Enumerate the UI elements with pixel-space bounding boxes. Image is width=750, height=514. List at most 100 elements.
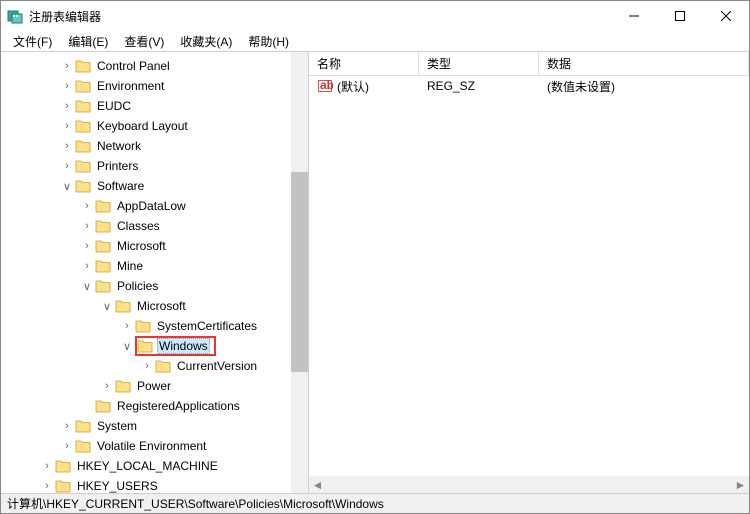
scroll-track[interactable] bbox=[326, 476, 732, 493]
tree-item-label: Policies bbox=[115, 278, 160, 294]
tree-item[interactable]: ›Control Panel bbox=[1, 56, 308, 76]
menu-file[interactable]: 文件(F) bbox=[5, 31, 60, 52]
tree-item-label: Classes bbox=[115, 218, 162, 234]
menu-favorites[interactable]: 收藏夹(A) bbox=[172, 31, 240, 52]
tree-toggle-icon[interactable]: › bbox=[121, 320, 133, 332]
folder-icon bbox=[75, 79, 91, 93]
tree-item-label: Network bbox=[95, 138, 143, 154]
tree-toggle-icon[interactable]: › bbox=[61, 120, 73, 132]
folder-icon bbox=[75, 419, 91, 433]
value-data: (数值未设置) bbox=[539, 78, 749, 95]
folder-icon bbox=[155, 359, 171, 373]
column-header-type[interactable]: 类型 bbox=[419, 52, 539, 75]
tree-item[interactable]: › CurrentVersion bbox=[1, 356, 308, 376]
tree-toggle-icon[interactable]: › bbox=[61, 80, 73, 92]
folder-icon bbox=[115, 299, 131, 313]
close-button[interactable] bbox=[703, 1, 749, 31]
title-bar: 注册表编辑器 bbox=[1, 1, 749, 31]
tree-item[interactable]: › HKEY_LOCAL_MACHINE bbox=[1, 456, 308, 476]
tree-item-label: RegisteredApplications bbox=[115, 398, 242, 414]
tree-toggle-icon[interactable]: ∨ bbox=[121, 340, 133, 353]
tree-toggle-icon[interactable]: ∨ bbox=[101, 300, 113, 313]
tree-item-label: CurrentVersion bbox=[175, 358, 259, 374]
folder-icon bbox=[95, 279, 111, 293]
string-value-icon: ab bbox=[317, 78, 333, 94]
tree-item[interactable]: ›Environment bbox=[1, 76, 308, 96]
folder-icon bbox=[95, 199, 111, 213]
folder-icon bbox=[55, 459, 71, 473]
tree-item[interactable]: › Classes bbox=[1, 216, 308, 236]
tree-item-label: EUDC bbox=[95, 98, 133, 114]
tree-item-label: Keyboard Layout bbox=[95, 118, 190, 134]
tree-item[interactable]: ∨ Microsoft bbox=[1, 296, 308, 316]
tree-toggle-icon[interactable]: › bbox=[81, 260, 93, 272]
tree-toggle-icon[interactable]: › bbox=[81, 240, 93, 252]
tree-item-label: Mine bbox=[115, 258, 145, 274]
status-path: 计算机\HKEY_CURRENT_USER\Software\Policies\… bbox=[7, 495, 384, 512]
tree-item[interactable]: ›Microsoft bbox=[1, 236, 308, 256]
list-header: 名称 类型 数据 bbox=[309, 52, 749, 76]
menu-bar: 文件(F) 编辑(E) 查看(V) 收藏夹(A) 帮助(H) bbox=[1, 31, 749, 51]
cell-name: ab (默认) bbox=[309, 78, 419, 95]
tree-toggle-icon[interactable]: ∨ bbox=[81, 280, 93, 293]
maximize-button[interactable] bbox=[657, 1, 703, 31]
tree-item[interactable]: › System bbox=[1, 416, 308, 436]
tree-item[interactable]: RegisteredApplications bbox=[1, 396, 308, 416]
tree-item[interactable]: › AppDataLow bbox=[1, 196, 308, 216]
folder-icon bbox=[95, 239, 111, 253]
menu-help[interactable]: 帮助(H) bbox=[240, 31, 297, 52]
folder-icon bbox=[75, 179, 91, 193]
tree-toggle-icon[interactable]: › bbox=[81, 220, 93, 232]
tree-toggle-icon[interactable]: › bbox=[41, 460, 53, 472]
tree-toggle-icon[interactable]: › bbox=[61, 160, 73, 172]
tree-item-label: AppDataLow bbox=[115, 198, 188, 214]
tree-scrollbar-thumb[interactable] bbox=[291, 172, 308, 372]
tree-item[interactable]: › Mine bbox=[1, 256, 308, 276]
tree-item[interactable]: › Network bbox=[1, 136, 308, 156]
tree-item[interactable]: › EUDC bbox=[1, 96, 308, 116]
folder-icon bbox=[95, 259, 111, 273]
list-horizontal-scrollbar[interactable]: ◄ ► bbox=[309, 476, 749, 493]
tree-item[interactable]: ∨Windows bbox=[1, 336, 308, 356]
tree-toggle-icon[interactable]: › bbox=[61, 140, 73, 152]
tree-item-label: Microsoft bbox=[135, 298, 188, 314]
tree-item[interactable]: ›SystemCertificates bbox=[1, 316, 308, 336]
tree-toggle-icon[interactable]: › bbox=[61, 60, 73, 72]
minimize-button[interactable] bbox=[611, 1, 657, 31]
tree-item[interactable]: ∨ Policies bbox=[1, 276, 308, 296]
tree-item[interactable]: ∨Software bbox=[1, 176, 308, 196]
list-row[interactable]: ab (默认) REG_SZ (数值未设置) bbox=[309, 76, 749, 96]
tree-toggle-icon[interactable]: › bbox=[61, 440, 73, 452]
column-header-name[interactable]: 名称 bbox=[309, 52, 419, 75]
tree-toggle-icon[interactable]: ∨ bbox=[61, 180, 73, 193]
tree-toggle-icon[interactable]: › bbox=[81, 200, 93, 212]
list-body[interactable]: ab (默认) REG_SZ (数值未设置) bbox=[309, 76, 749, 476]
tree-content[interactable]: ›Control Panel›Environment›EUDC›Keyboard… bbox=[1, 52, 308, 493]
tree-item[interactable]: ›Volatile Environment bbox=[1, 436, 308, 456]
highlighted-tree-item: Windows bbox=[135, 336, 216, 356]
menu-view[interactable]: 查看(V) bbox=[116, 31, 172, 52]
tree-toggle-icon[interactable]: › bbox=[101, 380, 113, 392]
regedit-icon bbox=[7, 8, 23, 24]
tree-toggle-icon[interactable]: › bbox=[141, 360, 153, 372]
tree-item-label: Printers bbox=[95, 158, 140, 174]
folder-icon bbox=[75, 139, 91, 153]
tree-toggle-icon[interactable]: › bbox=[41, 480, 53, 492]
main-split: ›Control Panel›Environment›EUDC›Keyboard… bbox=[1, 52, 749, 493]
folder-icon bbox=[137, 339, 153, 353]
tree-toggle-icon[interactable]: › bbox=[61, 100, 73, 112]
folder-icon bbox=[115, 379, 131, 393]
scroll-right-icon[interactable]: ► bbox=[732, 476, 749, 493]
svg-text:ab: ab bbox=[320, 78, 333, 92]
column-header-data[interactable]: 数据 bbox=[539, 52, 749, 75]
tree-item-label: System bbox=[95, 418, 139, 434]
tree-item-label: HKEY_LOCAL_MACHINE bbox=[75, 458, 220, 474]
tree-toggle-icon[interactable]: › bbox=[61, 420, 73, 432]
tree-item[interactable]: › Power bbox=[1, 376, 308, 396]
tree-item[interactable]: › Printers bbox=[1, 156, 308, 176]
tree-item[interactable]: ›HKEY_USERS bbox=[1, 476, 308, 493]
tree-item[interactable]: › Keyboard Layout bbox=[1, 116, 308, 136]
scroll-left-icon[interactable]: ◄ bbox=[309, 476, 326, 493]
menu-edit[interactable]: 编辑(E) bbox=[60, 31, 116, 52]
tree-item-label: Power bbox=[135, 378, 173, 394]
